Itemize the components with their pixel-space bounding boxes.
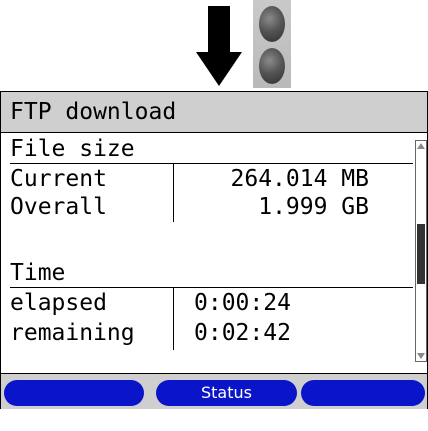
softkey-bar: Status — [1, 373, 427, 409]
device-screen: FTP download File size Current 264.014 M… — [0, 91, 428, 409]
file-size-heading: File size — [10, 135, 413, 164]
time-heading: Time — [10, 259, 413, 288]
column-divider — [173, 288, 174, 350]
column-divider — [173, 164, 174, 222]
row-value: 264.014 MB — [230, 166, 369, 192]
screen-title: FTP download — [10, 99, 177, 125]
key-down-dot — [259, 48, 285, 84]
softkey-left-button[interactable] — [4, 380, 144, 406]
row-label: Current — [10, 166, 107, 192]
softkey-right-button[interactable] — [301, 380, 425, 406]
key-up-dot — [259, 6, 285, 42]
table-row: elapsed 0:00:24 — [1, 289, 413, 317]
arrow-down-icon — [196, 6, 242, 86]
table-row: Current 264.014 MB — [1, 165, 413, 193]
table-row: Overall 1.999 GB — [1, 193, 413, 221]
row-label: remaining — [10, 320, 135, 346]
results-panel: File size Current 264.014 MB Overall 1.9… — [1, 133, 415, 361]
status-button[interactable]: Status — [156, 380, 297, 406]
row-value: 0:02:42 — [194, 320, 291, 346]
scrollbar[interactable] — [415, 140, 427, 362]
scroll-down-icon[interactable] — [417, 353, 425, 359]
scroll-thumb[interactable] — [417, 224, 425, 284]
keypad-key-icon — [253, 0, 291, 88]
row-value: 1.999 GB — [258, 194, 369, 220]
row-label: Overall — [10, 194, 107, 220]
title-bar: FTP download — [1, 92, 427, 133]
row-label: elapsed — [10, 290, 107, 316]
table-row: remaining 0:02:42 — [1, 319, 413, 347]
scroll-up-icon[interactable] — [417, 143, 425, 149]
row-value: 0:00:24 — [194, 290, 291, 316]
